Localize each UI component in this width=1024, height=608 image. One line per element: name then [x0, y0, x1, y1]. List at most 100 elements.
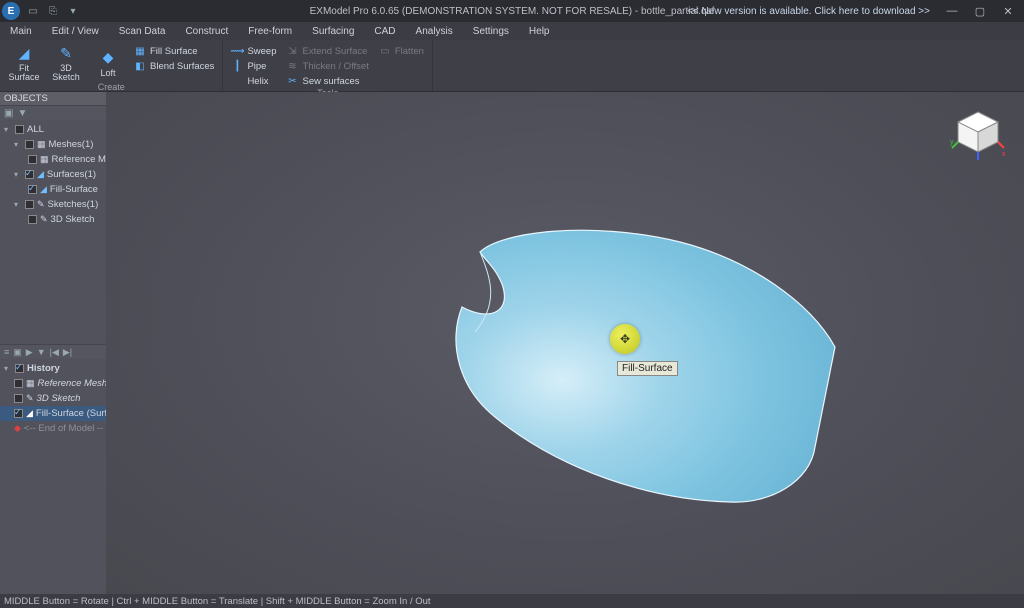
menu-settings[interactable]: Settings — [463, 26, 519, 37]
loft-label: Loft — [100, 68, 115, 78]
surface-icon: ◢ — [26, 408, 33, 419]
menu-edit-view[interactable]: Edit / View — [42, 26, 109, 37]
sweep-icon: ⟿ — [231, 45, 243, 57]
app-logo: E — [2, 2, 20, 20]
tree-sketches-label: Sketches(1) — [48, 199, 99, 210]
qat-save-icon[interactable]: ▾ — [66, 4, 80, 18]
checkbox[interactable] — [14, 409, 23, 418]
checkbox[interactable] — [14, 394, 23, 403]
loft-button[interactable]: ◆ Loft — [88, 42, 128, 82]
loft-icon: ◆ — [99, 48, 117, 66]
history-tb-6[interactable]: ▶| — [63, 347, 72, 358]
menu-help[interactable]: Help — [519, 26, 560, 37]
history-fill-surface[interactable]: ◢Fill-Surface (Surface) — [0, 406, 106, 421]
history-tree: ▾History ▦Reference Mesh ✎3D Sketch ◢Fil… — [0, 359, 106, 436]
tree-surfaces-label: Surfaces(1) — [47, 169, 96, 180]
fill-surface-button[interactable]: ▦Fill Surface — [130, 44, 218, 58]
history-tb-1[interactable]: ≡ — [4, 347, 9, 357]
sweep-button[interactable]: ⟿ Sweep — [227, 44, 280, 58]
menu-cad[interactable]: CAD — [364, 26, 405, 37]
tree-fill-surface[interactable]: ◢Fill-Surface — [0, 182, 106, 197]
sweep-label: Sweep — [247, 46, 276, 57]
status-bar: MIDDLE Button = Rotate | Ctrl + MIDDLE B… — [0, 594, 1024, 608]
history-tb-5[interactable]: |◀ — [50, 347, 59, 358]
checkbox[interactable] — [28, 185, 37, 194]
flatten-button[interactable]: ▭ Flatten — [375, 44, 428, 58]
quick-access-toolbar: ▭ ⎘ ▾ — [26, 4, 80, 18]
checkbox[interactable] — [28, 155, 37, 164]
thicken-offset-button[interactable]: ≋Thicken / Offset — [283, 59, 373, 73]
helix-icon — [231, 75, 243, 87]
tree-all-label: ALL — [27, 124, 44, 135]
history-ref-mesh[interactable]: ▦Reference Mesh — [0, 376, 106, 391]
tree-meshes[interactable]: ▾▦Meshes(1) — [0, 137, 106, 152]
workspace: OBJECTS ▣ ▼ ▾ALL ▾▦Meshes(1) ▦Reference … — [0, 92, 1024, 594]
checkbox[interactable] — [25, 170, 34, 179]
history-3d-sketch[interactable]: ✎3D Sketch — [0, 391, 106, 406]
ribbon: ◢ Fit Surface ✎ 3D Sketch ◆ Loft ▦Fill S… — [0, 40, 1024, 92]
side-panels: OBJECTS ▣ ▼ ▾ALL ▾▦Meshes(1) ▦Reference … — [0, 92, 106, 594]
extend-label: Extend Surface — [303, 46, 368, 57]
checkbox[interactable] — [15, 125, 24, 134]
tree-all[interactable]: ▾ALL — [0, 122, 106, 137]
objects-tree: ▾ALL ▾▦Meshes(1) ▦Reference Mesh ( ▾◢Sur… — [0, 120, 106, 227]
menu-construct[interactable]: Construct — [175, 26, 238, 37]
history-tb-2[interactable]: ▣ — [13, 347, 22, 358]
pipe-button[interactable]: ┃Pipe — [227, 59, 280, 73]
objects-panel: OBJECTS ▣ ▼ ▾ALL ▾▦Meshes(1) ▦Reference … — [0, 92, 106, 344]
menu-free-form[interactable]: Free-form — [238, 26, 302, 37]
fill-surface-label: Fill Surface — [150, 46, 198, 57]
history-root[interactable]: ▾History — [0, 361, 106, 376]
history-tb-4[interactable]: ▼ — [37, 347, 46, 357]
qat-open-icon[interactable]: ⎘ — [46, 4, 60, 18]
ribbon-group-create: ◢ Fit Surface ✎ 3D Sketch ◆ Loft ▦Fill S… — [0, 40, 223, 91]
flatten-label: Flatten — [395, 46, 424, 57]
flatten-icon: ▭ — [379, 45, 391, 57]
menu-surfacing[interactable]: Surfacing — [302, 26, 364, 37]
mesh-icon: ▦ — [37, 139, 46, 150]
tree-surfaces[interactable]: ▾◢Surfaces(1) — [0, 167, 106, 182]
history-tb-3[interactable]: ▶ — [26, 347, 33, 358]
mesh-icon: ▦ — [26, 378, 35, 389]
checkbox[interactable] — [14, 379, 23, 388]
minimize-button[interactable]: — — [938, 0, 966, 22]
tree-meshes-label: Meshes(1) — [49, 139, 94, 150]
tree-3d-sketch[interactable]: ✎3D Sketch — [0, 212, 106, 227]
3d-sketch-button[interactable]: ✎ 3D Sketch — [46, 42, 86, 82]
title-bar: E ▭ ⎘ ▾ EXModel Pro 6.0.65 (DEMONSTRATIO… — [0, 0, 1024, 22]
menu-scan-data[interactable]: Scan Data — [109, 26, 176, 37]
blend-surfaces-button[interactable]: ◧Blend Surfaces — [130, 59, 218, 73]
extend-surface-icon: ⇲ — [287, 45, 299, 57]
update-notice[interactable]: << New version is available. Click here … — [687, 6, 930, 17]
history-fill-surface-label: Fill-Surface (Surface) — [36, 408, 106, 419]
tree-sketches[interactable]: ▾✎Sketches(1) — [0, 197, 106, 212]
history-toolbar[interactable]: ≡ ▣ ▶ ▼ |◀ ▶| — [0, 345, 106, 359]
helix-button[interactable]: Helix — [227, 74, 280, 88]
status-text: MIDDLE Button = Rotate | Ctrl + MIDDLE B… — [4, 596, 431, 607]
3d-viewport[interactable]: ✥ Fill-Surface y x — [106, 92, 1024, 594]
helix-label: Helix — [247, 76, 268, 87]
menu-main[interactable]: Main — [0, 26, 42, 37]
tree-ref-mesh[interactable]: ▦Reference Mesh ( — [0, 152, 106, 167]
history-end-of-model[interactable]: ◆<-- End of Model -- — [0, 421, 106, 436]
blend-surfaces-label: Blend Surfaces — [150, 61, 214, 72]
extend-surface-button[interactable]: ⇲ Extend Surface — [283, 44, 373, 58]
sew-surfaces-button[interactable]: ✂Sew surfaces — [283, 74, 373, 88]
sketch-icon: ✎ — [37, 199, 45, 210]
checkbox[interactable] — [28, 215, 37, 224]
checkbox[interactable] — [25, 200, 34, 209]
close-button[interactable]: ✕ — [994, 0, 1022, 22]
fit-surface-button[interactable]: ◢ Fit Surface — [4, 42, 44, 82]
maximize-button[interactable]: ▢ — [966, 0, 994, 22]
axis-x-label: x — [1002, 151, 1006, 158]
sew-label: Sew surfaces — [303, 76, 360, 87]
objects-toolbar[interactable]: ▣ ▼ — [0, 106, 106, 120]
view-cube[interactable]: y x — [950, 106, 1006, 162]
checkbox[interactable] — [25, 140, 34, 149]
objects-tb-icon1[interactable]: ▣ — [4, 108, 13, 119]
qat-new-icon[interactable]: ▭ — [26, 4, 40, 18]
thicken-icon: ≋ — [287, 60, 299, 72]
checkbox[interactable] — [15, 364, 24, 373]
objects-tb-icon2[interactable]: ▼ — [17, 108, 27, 119]
menu-analysis[interactable]: Analysis — [406, 26, 463, 37]
